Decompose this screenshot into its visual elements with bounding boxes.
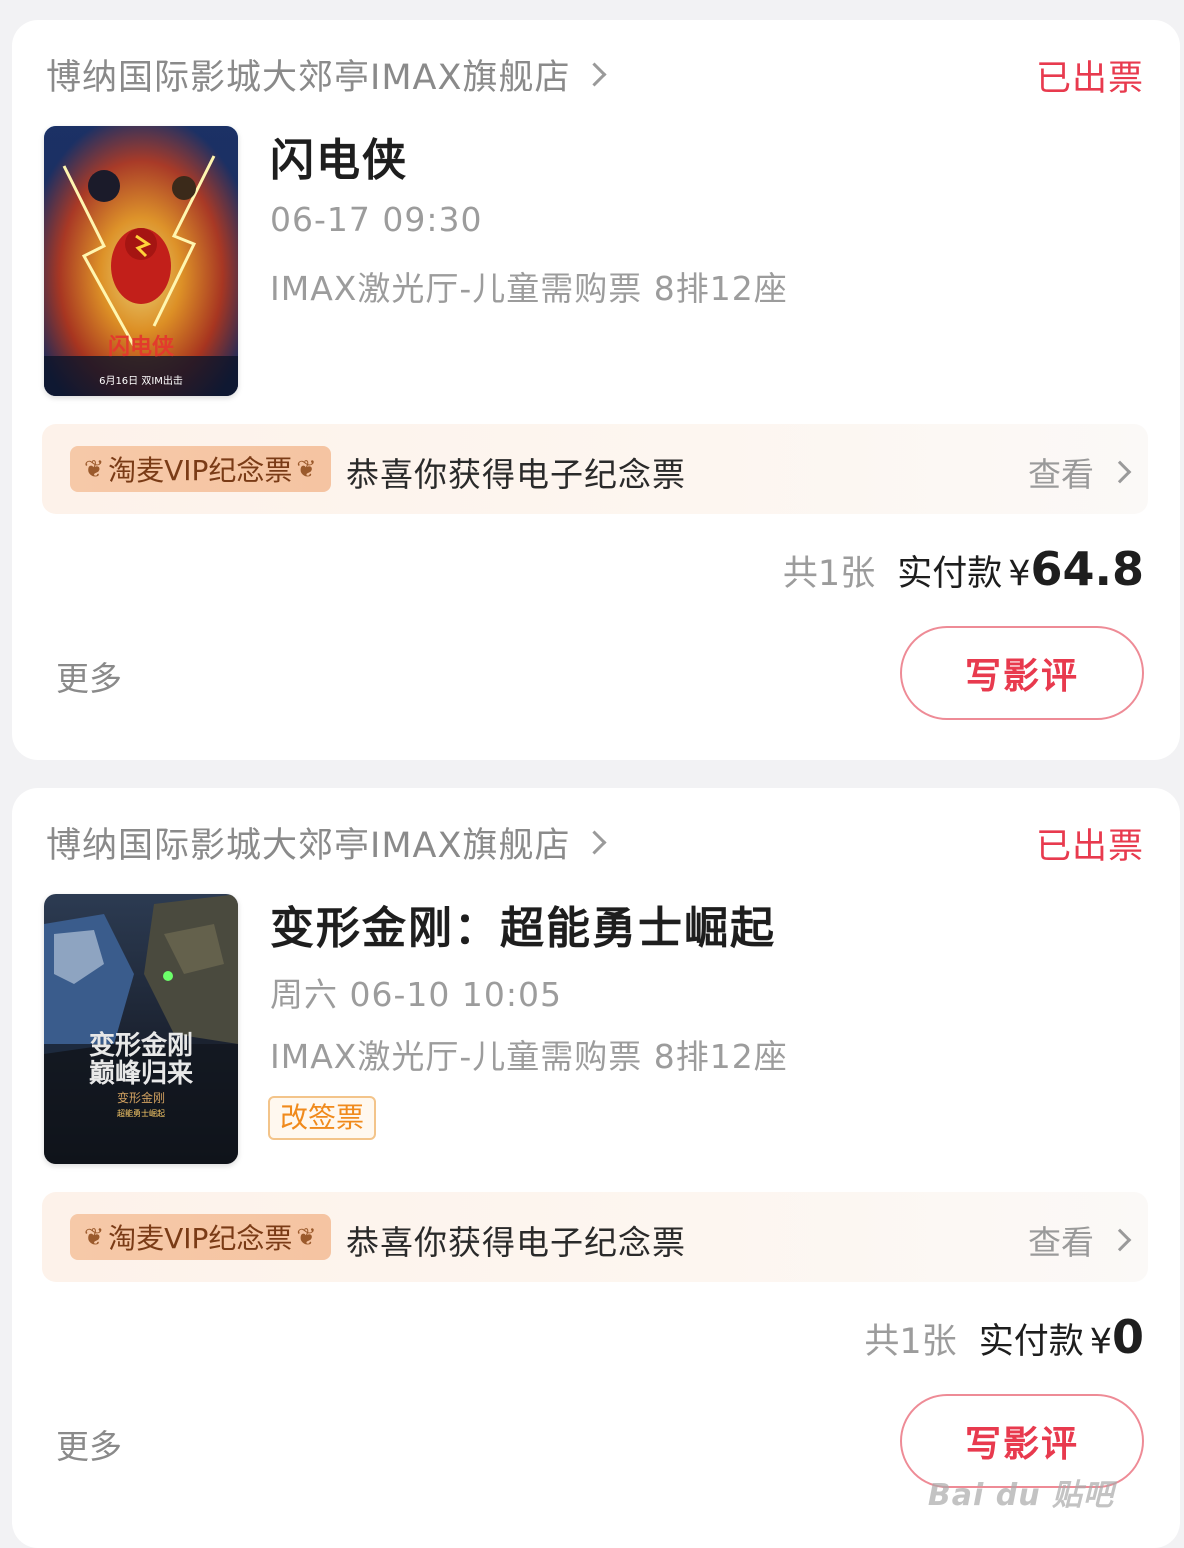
vip-badge-label: 淘麦VIP纪念票 (108, 1222, 293, 1255)
view-label: 查看 (1028, 455, 1094, 494)
order-card[interactable]: 博纳国际影城大郊亭IMAX旗舰店 已出票 闪电侠 6月16日 双IM出击 闪电侠… (12, 20, 1180, 760)
more-button[interactable]: 更多 (56, 1420, 122, 1468)
chevron-right-icon (1108, 460, 1132, 484)
vip-ticket-banner[interactable]: ❦ 淘麦VIP纪念票 ❦ 恭喜你获得电子纪念票 查看 (42, 424, 1148, 514)
vip-message: 恭喜你获得电子纪念票 (346, 455, 686, 494)
laurel-right-icon: ❦ (296, 1223, 317, 1251)
movie-poster[interactable]: 闪电侠 6月16日 双IM出击 (44, 126, 238, 396)
hall-seat: IMAX激光厅-儿童需购票 8排12座 (270, 269, 788, 308)
total-row: 共1张 实付款 ¥ 0 (864, 1310, 1144, 1364)
view-link[interactable]: 查看 (1028, 1216, 1132, 1264)
rebooked-tag: 改签票 (268, 1096, 377, 1140)
hall-seat: IMAX激光厅-儿童需购票 8排12座 (270, 1037, 788, 1076)
vip-message: 恭喜你获得电子纪念票 (346, 1223, 686, 1262)
chevron-right-icon (582, 829, 607, 855)
laurel-right-icon: ❦ (296, 455, 317, 483)
movie-title[interactable]: 闪电侠 (270, 124, 408, 188)
watermark-logo: Bai du 贴吧 (927, 1478, 1114, 1513)
svg-text:巅峰归来: 巅峰归来 (89, 1059, 194, 1089)
showtime: 周六 06-10 10:05 (270, 975, 562, 1014)
vip-badge-label: 淘麦VIP纪念票 (108, 454, 293, 487)
vip-ticket-banner[interactable]: ❦ 淘麦VIP纪念票 ❦ 恭喜你获得电子纪念票 查看 (42, 1192, 1148, 1282)
order-card[interactable]: 博纳国际影城大郊亭IMAX旗舰店 已出票 变形金刚 巅峰归来 变形金刚 超能勇士… (12, 788, 1180, 1548)
vip-badge: ❦ 淘麦VIP纪念票 ❦ (70, 1214, 331, 1260)
cinema-name: 博纳国际影城大郊亭IMAX旗舰店 (46, 825, 571, 866)
laurel-left-icon: ❦ (84, 1223, 105, 1251)
total-row: 共1张 实付款 ¥ 64.8 (783, 542, 1144, 596)
svg-text:变形金刚: 变形金刚 (117, 1090, 165, 1105)
ticket-count: 共1张 (864, 1322, 957, 1362)
currency-symbol: ¥ (1089, 1322, 1112, 1362)
movie-poster[interactable]: 变形金刚 巅峰归来 变形金刚 超能勇士崛起 (44, 894, 238, 1164)
cinema-link[interactable]: 博纳国际影城大郊亭IMAX旗舰店 (46, 48, 607, 100)
order-status: 已出票 (1035, 59, 1144, 99)
paid-label: 实付款 (897, 554, 1003, 594)
laurel-left-icon: ❦ (84, 455, 105, 483)
svg-text:变形金刚: 变形金刚 (89, 1030, 193, 1061)
chevron-right-icon (1108, 1228, 1132, 1252)
cinema-link[interactable]: 博纳国际影城大郊亭IMAX旗舰店 (46, 816, 607, 868)
view-label: 查看 (1028, 1223, 1094, 1262)
ticket-count: 共1张 (782, 554, 876, 594)
write-review-button[interactable]: 写影评 (900, 626, 1144, 720)
vip-badge: ❦ 淘麦VIP纪念票 ❦ (70, 446, 331, 492)
view-link[interactable]: 查看 (1028, 448, 1132, 496)
paid-amount: 64.8 (1030, 542, 1145, 596)
showtime: 06-17 09:30 (270, 200, 483, 239)
chevron-right-icon (582, 61, 607, 87)
movie-title[interactable]: 变形金刚：超能勇士崛起 (270, 892, 776, 956)
cinema-name: 博纳国际影城大郊亭IMAX旗舰店 (46, 57, 571, 98)
paid-amount: 0 (1111, 1310, 1144, 1364)
svg-text:6月16日 双IM出击: 6月16日 双IM出击 (99, 374, 183, 387)
svg-text:超能勇士崛起: 超能勇士崛起 (117, 1108, 165, 1118)
svg-text:闪电侠: 闪电侠 (108, 334, 175, 360)
more-button[interactable]: 更多 (56, 652, 122, 700)
paid-label: 实付款 (978, 1322, 1084, 1362)
currency-symbol: ¥ (1008, 554, 1031, 594)
order-status: 已出票 (1035, 827, 1144, 867)
